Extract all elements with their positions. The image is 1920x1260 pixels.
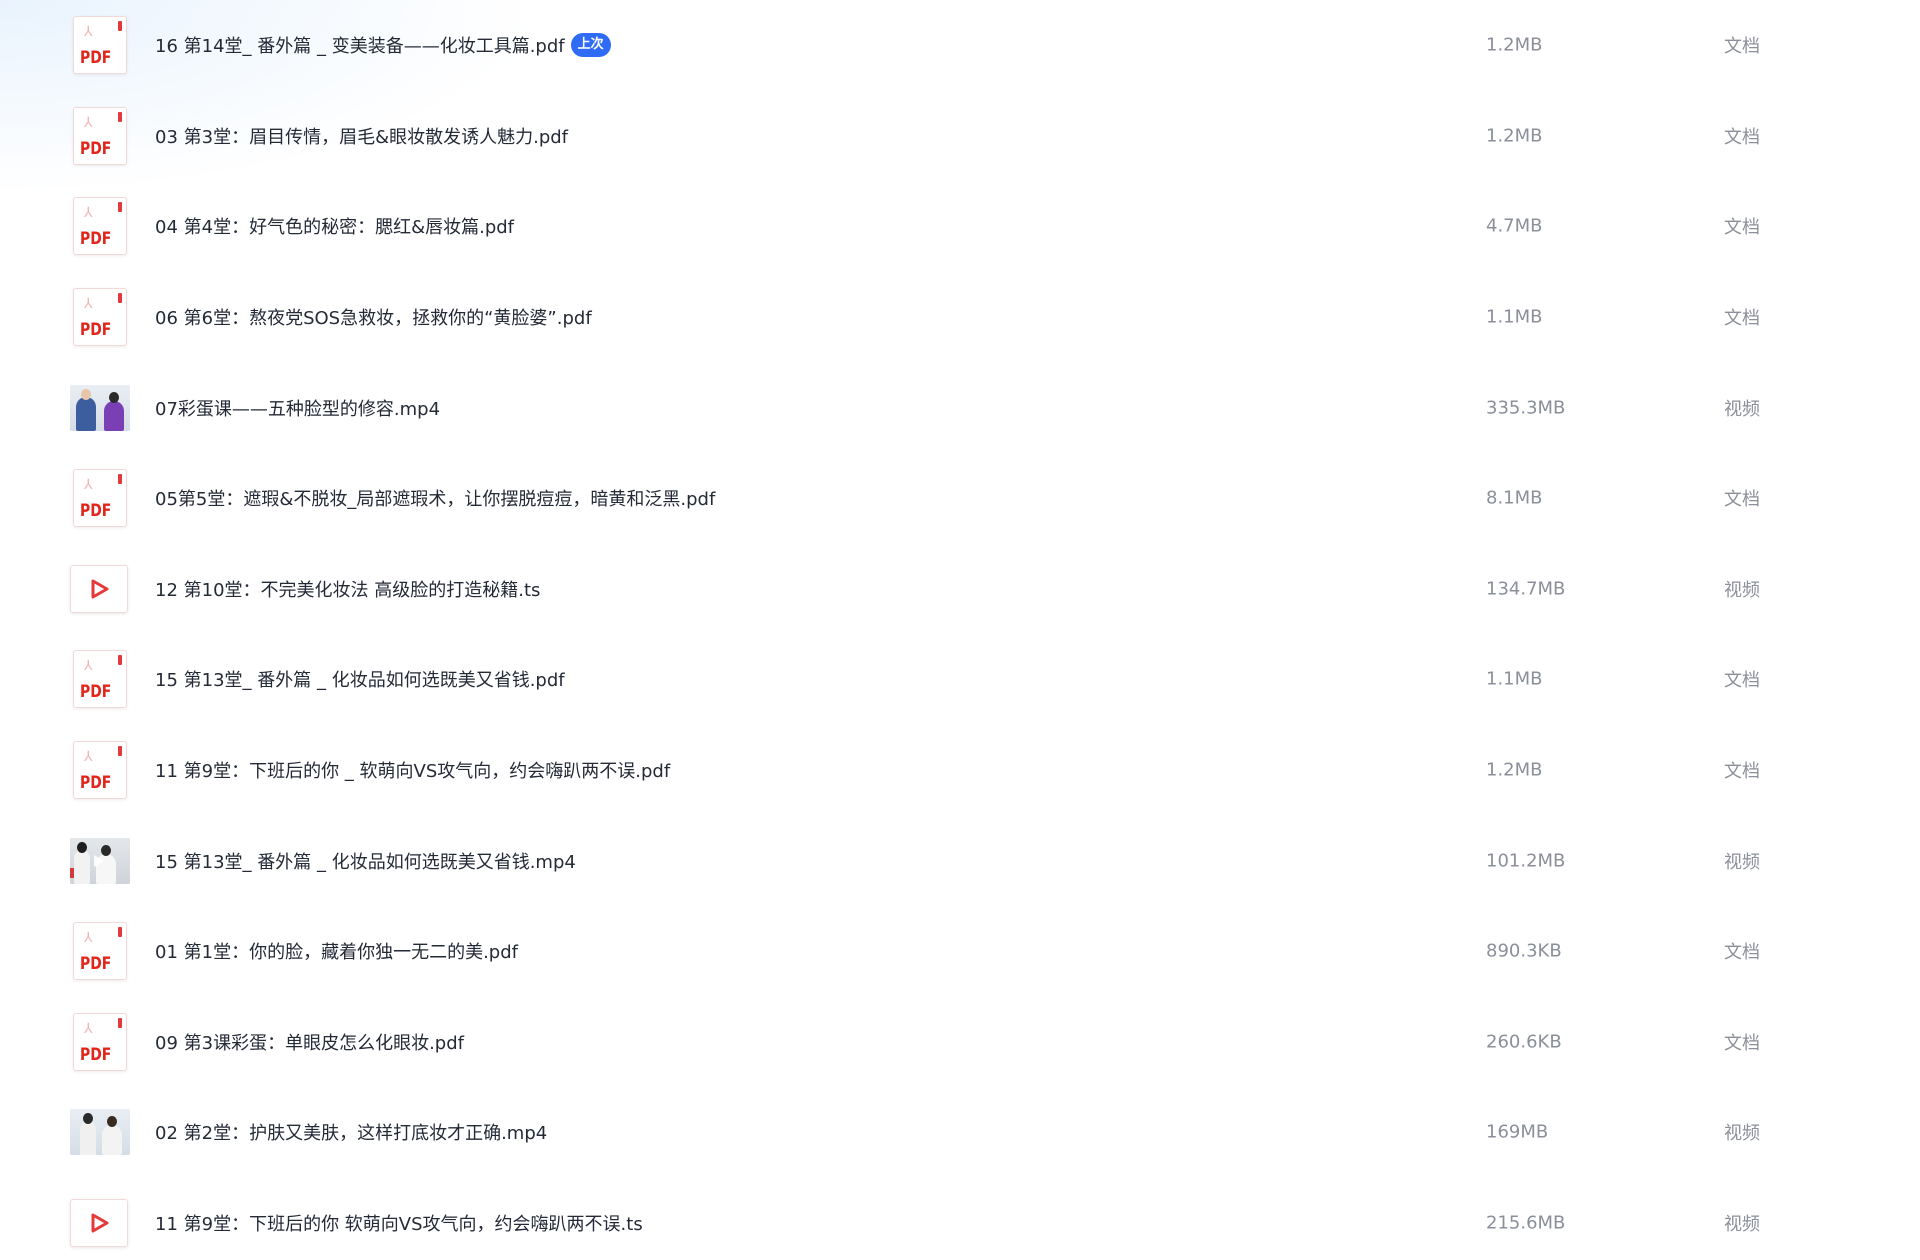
file-name[interactable]: 11 第9堂：下班后的你 _ 软萌向VS攻气向，约会嗨趴两不误.pdf: [155, 757, 670, 783]
file-name[interactable]: 12 第10堂：不完美化妆法 高级脸的打造秘籍.ts: [155, 576, 540, 602]
file-name-text[interactable]: 12 第10堂：不完美化妆法 高级脸的打造秘籍.ts: [155, 576, 540, 602]
file-size: 134.7MB: [1486, 578, 1566, 600]
file-name[interactable]: 15 第13堂_ 番外篇 _ 化妆品如何选既美又省钱.pdf: [155, 666, 565, 692]
file-type: 文档: [1724, 761, 1760, 783]
file-name[interactable]: 01 第1堂：你的脸，藏着你独一无二的美.pdf: [155, 938, 518, 964]
file-name[interactable]: 16 第14堂_ 番外篇 _ 变美装备——化妆工具篇.pdf 上次: [155, 32, 611, 58]
file-row[interactable]: 02 第2堂：护肤又美肤，这样打底妆才正确.mp4 169MB 视频: [0, 1087, 1920, 1178]
file-type: 文档: [1724, 308, 1760, 330]
file-row[interactable]: ⅄ PDF 05第5堂：遮瑕&不脱妆_局部遮瑕术，让你摆脱痘痘，暗黄和泛黑.pd…: [0, 453, 1920, 544]
file-name-text[interactable]: 01 第1堂：你的脸，藏着你独一无二的美.pdf: [155, 938, 518, 964]
pdf-icon-label: PDF: [80, 1044, 112, 1065]
file-name[interactable]: 02 第2堂：护肤又美肤，这样打底妆才正确.mp4: [155, 1119, 547, 1145]
file-row[interactable]: ⅄ PDF 01 第1堂：你的脸，藏着你独一无二的美.pdf 890.3KB 文…: [0, 906, 1920, 997]
file-row[interactable]: 15 第13堂_ 番外篇 _ 化妆品如何选既美又省钱.mp4 101.2MB 视…: [0, 815, 1920, 906]
file-name[interactable]: 11 第9堂：下班后的你 软萌向VS攻气向，约会嗨趴两不误.ts: [155, 1210, 643, 1236]
file-size: 335.3MB: [1486, 397, 1566, 419]
file-name-text[interactable]: 05第5堂：遮瑕&不脱妆_局部遮瑕术，让你摆脱痘痘，暗黄和泛黑.pdf: [155, 485, 715, 511]
file-type: 视频: [1724, 579, 1760, 601]
pdf-icon: ⅄ PDF: [73, 741, 127, 800]
file-name[interactable]: 03 第3堂：眉目传情，眉毛&眼妆散发诱人魅力.pdf: [155, 123, 568, 149]
file-name[interactable]: 07彩蛋课——五种脸型的修容.mp4: [155, 395, 440, 421]
file-size: 169MB: [1486, 1121, 1549, 1143]
file-size: 101.2MB: [1486, 850, 1566, 872]
play-icon: [70, 564, 128, 613]
video-thumbnail: [70, 837, 130, 884]
file-row[interactable]: 07彩蛋课——五种脸型的修容.mp4 335.3MB 视频: [0, 362, 1920, 453]
pdf-icon-label: PDF: [80, 682, 112, 703]
file-name-text[interactable]: 02 第2堂：护肤又美肤，这样打底妆才正确.mp4: [155, 1119, 547, 1145]
file-type: 文档: [1724, 489, 1760, 511]
file-type: 文档: [1724, 942, 1760, 964]
pdf-icon-label: PDF: [80, 773, 112, 794]
pdf-icon: ⅄ PDF: [73, 469, 127, 528]
file-row[interactable]: ⅄ PDF 11 第9堂：下班后的你 _ 软萌向VS攻气向，约会嗨趴两不误.pd…: [0, 725, 1920, 816]
play-triangle-icon: [91, 1213, 109, 1233]
file-size: 1.2MB: [1486, 34, 1543, 56]
file-row[interactable]: ⅄ PDF 15 第13堂_ 番外篇 _ 化妆品如何选既美又省钱.pdf 1.1…: [0, 634, 1920, 725]
file-name[interactable]: 09 第3课彩蛋：单眼皮怎么化眼妆.pdf: [155, 1029, 464, 1055]
pdf-icon: ⅄ PDF: [73, 288, 127, 347]
file-size: 1.1MB: [1486, 668, 1543, 690]
pdf-icon: ⅄ PDF: [73, 16, 127, 75]
file-size: 1.2MB: [1486, 759, 1543, 781]
file-name-text[interactable]: 15 第13堂_ 番外篇 _ 化妆品如何选既美又省钱.mp4: [155, 848, 576, 874]
file-name-text[interactable]: 06 第6堂：熬夜党SOS急救妆，拯救你的“黄脸婆”.pdf: [155, 304, 592, 330]
file-name-text[interactable]: 16 第14堂_ 番外篇 _ 变美装备——化妆工具篇.pdf: [155, 32, 565, 58]
file-row[interactable]: ⅄ PDF 16 第14堂_ 番外篇 _ 变美装备——化妆工具篇.pdf 上次 …: [0, 0, 1920, 91]
file-name-text[interactable]: 11 第9堂：下班后的你 软萌向VS攻气向，约会嗨趴两不误.ts: [155, 1210, 643, 1236]
file-name[interactable]: 04 第4堂：好气色的秘密：腮红&唇妆篇.pdf: [155, 213, 514, 239]
file-row[interactable]: 12 第10堂：不完美化妆法 高级脸的打造秘籍.ts 134.7MB 视频: [0, 544, 1920, 635]
file-list: ⅄ PDF 16 第14堂_ 番外篇 _ 变美装备——化妆工具篇.pdf 上次 …: [0, 0, 1920, 1260]
file-type: 文档: [1724, 217, 1760, 239]
file-name[interactable]: 15 第13堂_ 番外篇 _ 化妆品如何选既美又省钱.mp4: [155, 848, 576, 874]
page: ⅄ PDF 16 第14堂_ 番外篇 _ 变美装备——化妆工具篇.pdf 上次 …: [0, 0, 1920, 1260]
file-size: 215.6MB: [1486, 1212, 1566, 1234]
file-type: 文档: [1724, 36, 1760, 58]
file-size: 890.3KB: [1486, 940, 1562, 962]
file-type: 视频: [1724, 1123, 1760, 1145]
file-name-text[interactable]: 03 第3堂：眉目传情，眉毛&眼妆散发诱人魅力.pdf: [155, 123, 568, 149]
pdf-icon: ⅄ PDF: [73, 106, 127, 165]
pdf-icon-label: PDF: [80, 48, 112, 69]
file-row[interactable]: 11 第9堂：下班后的你 软萌向VS攻气向，约会嗨趴两不误.ts 215.6MB…: [0, 1178, 1920, 1260]
file-type: 视频: [1724, 851, 1760, 873]
file-name-text[interactable]: 07彩蛋课——五种脸型的修容.mp4: [155, 395, 440, 421]
pdf-icon: ⅄ PDF: [73, 650, 127, 709]
pdf-icon-label: PDF: [80, 138, 112, 159]
file-name[interactable]: 06 第6堂：熬夜党SOS急救妆，拯救你的“黄脸婆”.pdf: [155, 304, 592, 330]
file-row[interactable]: ⅄ PDF 04 第4堂：好气色的秘密：腮红&唇妆篇.pdf 4.7MB 文档: [0, 181, 1920, 272]
pdf-icon: ⅄ PDF: [73, 197, 127, 256]
pdf-icon: ⅄ PDF: [73, 922, 127, 981]
file-name-text[interactable]: 11 第9堂：下班后的你 _ 软萌向VS攻气向，约会嗨趴两不误.pdf: [155, 757, 670, 783]
file-size: 4.7MB: [1486, 215, 1543, 237]
pdf-icon: ⅄ PDF: [73, 1012, 127, 1071]
play-icon: [70, 1199, 128, 1248]
file-type: 文档: [1724, 670, 1760, 692]
file-name-text[interactable]: 04 第4堂：好气色的秘密：腮红&唇妆篇.pdf: [155, 213, 514, 239]
file-size: 1.1MB: [1486, 306, 1543, 328]
pdf-icon-label: PDF: [80, 501, 112, 522]
last-viewed-badge: 上次: [570, 33, 611, 58]
file-size: 1.2MB: [1486, 125, 1543, 147]
video-thumbnail: [70, 1109, 130, 1156]
file-row[interactable]: ⅄ PDF 03 第3堂：眉目传情，眉毛&眼妆散发诱人魅力.pdf 1.2MB …: [0, 91, 1920, 182]
pdf-icon-label: PDF: [80, 320, 112, 341]
file-size: 260.6KB: [1486, 1031, 1562, 1053]
file-name-text[interactable]: 09 第3课彩蛋：单眼皮怎么化眼妆.pdf: [155, 1029, 464, 1055]
video-thumbnail: [70, 384, 130, 431]
play-triangle-icon: [91, 579, 109, 599]
file-row[interactable]: ⅄ PDF 06 第6堂：熬夜党SOS急救妆，拯救你的“黄脸婆”.pdf 1.1…: [0, 272, 1920, 363]
file-row[interactable]: ⅄ PDF 09 第3课彩蛋：单眼皮怎么化眼妆.pdf 260.6KB 文档: [0, 997, 1920, 1088]
file-type: 文档: [1724, 1032, 1760, 1054]
file-type: 视频: [1724, 398, 1760, 420]
file-size: 8.1MB: [1486, 487, 1543, 509]
file-name-text[interactable]: 15 第13堂_ 番外篇 _ 化妆品如何选既美又省钱.pdf: [155, 666, 565, 692]
file-type: 视频: [1724, 1214, 1760, 1236]
pdf-icon-label: PDF: [80, 954, 112, 975]
file-type: 文档: [1724, 126, 1760, 148]
pdf-icon-label: PDF: [80, 229, 112, 250]
file-name[interactable]: 05第5堂：遮瑕&不脱妆_局部遮瑕术，让你摆脱痘痘，暗黄和泛黑.pdf: [155, 485, 715, 511]
